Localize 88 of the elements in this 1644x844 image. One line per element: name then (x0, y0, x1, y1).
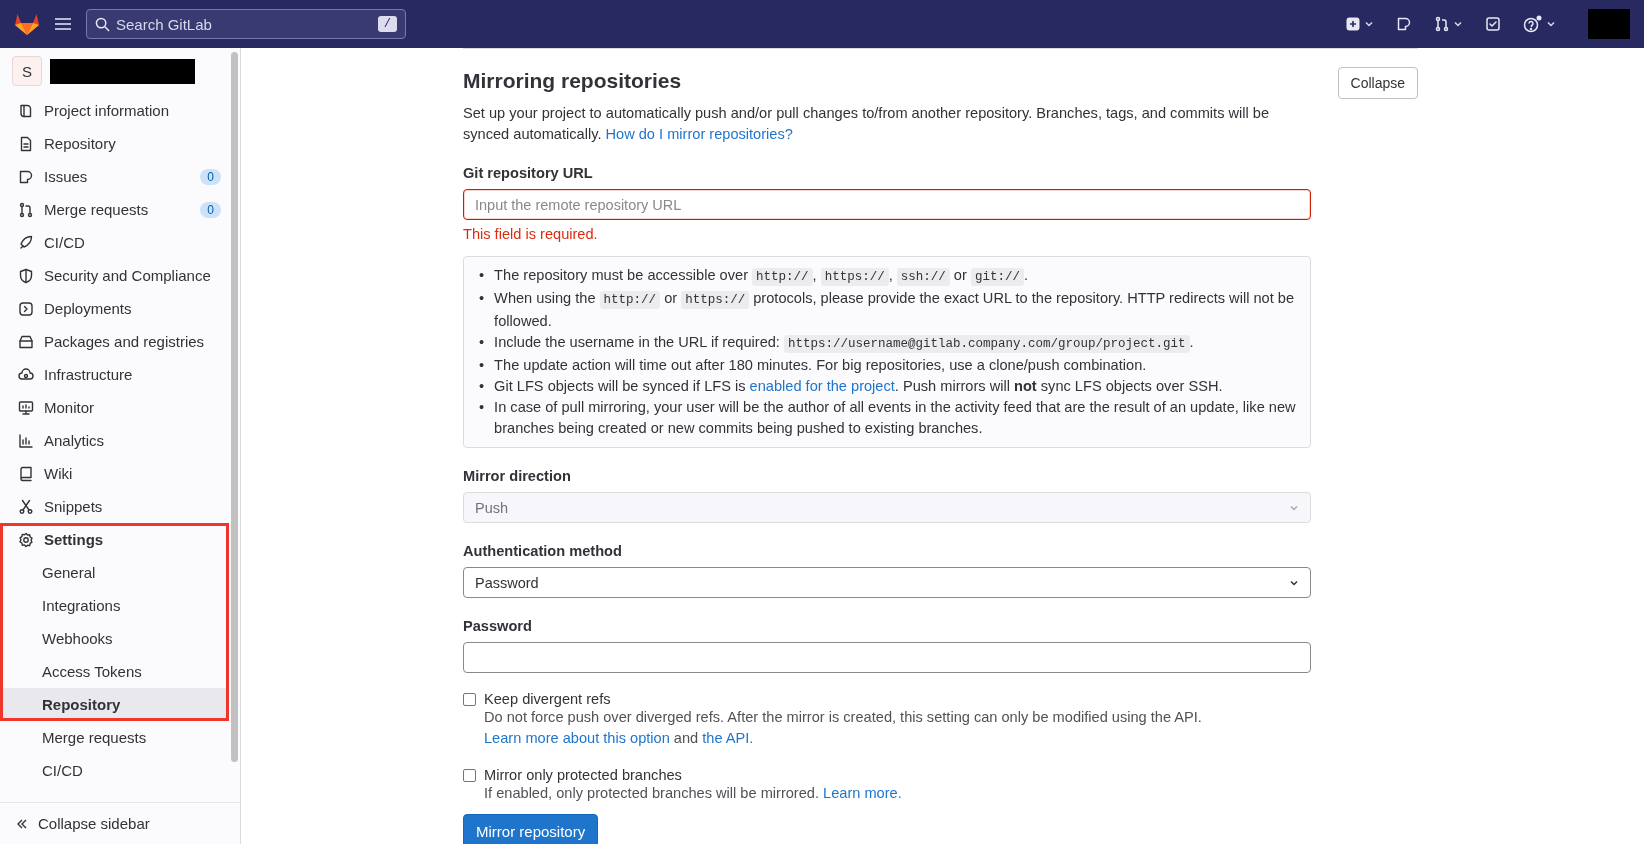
merge-request-icon (1434, 16, 1450, 32)
count-badge: 0 (200, 201, 221, 218)
help-icon (1523, 15, 1543, 33)
deploy-icon (18, 300, 34, 317)
password-input-field[interactable] (463, 642, 1311, 673)
book-icon (18, 465, 34, 482)
document-icon (18, 135, 34, 152)
merge-request-icon (18, 201, 34, 218)
sidebar-item[interactable]: Monitor (8, 391, 229, 424)
collapse-button[interactable]: Collapse (1337, 67, 1418, 99)
sidebar-item[interactable]: Access Tokens (0, 655, 229, 688)
monitor-icon (18, 399, 34, 416)
field-label: Mirror direction (463, 468, 572, 484)
caret-icon (1546, 19, 1556, 29)
auth-method-select[interactable]: Password (463, 567, 1311, 598)
sidebar-item[interactable]: General (0, 556, 229, 589)
error-message: This field is required. (463, 226, 599, 242)
help-link[interactable]: Learn more. (823, 785, 902, 801)
help-link[interactable]: enabled for the project (749, 378, 895, 394)
checkbox[interactable] (463, 768, 476, 782)
fox-logo-icon[interactable] (14, 12, 40, 36)
sidebar-item[interactable]: Infrastructure (8, 358, 229, 391)
note-text: When using the http:// or https:// protocols, please provide the exact URL to the repository. HTTP redirects will not be followed. (494, 289, 1296, 331)
shield-icon (18, 267, 34, 284)
help-text: If enabled, only protected branches will be mirrored. Learn more. (484, 784, 903, 803)
checkbox-icon (1485, 16, 1501, 32)
scrollbar[interactable] (231, 52, 238, 762)
field-label: Password (463, 618, 533, 634)
sidebar-item[interactable]: Security and Compliance (8, 259, 229, 292)
issue-icon (1396, 16, 1412, 32)
note-text: Include the username in the URL if required: https://username@gitlab.company.com/group/project.git . (494, 333, 1194, 355)
rocket-icon (18, 234, 34, 251)
help-text: Do not force push over diverged refs. After the mirror is created, this setting can only be modified using the API. Learn more about this option and the API. (484, 708, 1203, 748)
settings-icon (18, 531, 34, 548)
bullet-marker: • (479, 356, 485, 375)
url-input-field[interactable]: Input the remote repository URL (463, 189, 1311, 220)
package-icon (18, 333, 34, 350)
sidebar-item[interactable]: Analytics (8, 424, 229, 457)
bullet-marker: • (479, 289, 485, 308)
field-label: Authentication method (463, 543, 623, 559)
sidebar-item[interactable]: CI/CD (8, 754, 229, 787)
checkbox[interactable] (463, 692, 476, 706)
project-avatar[interactable]: S (12, 56, 42, 86)
caret-icon (1364, 19, 1374, 29)
sidebar-item[interactable]: Issues 0 (8, 160, 229, 193)
checkbox-label[interactable]: Mirror only protected branches (484, 767, 682, 783)
sidebar-item[interactable]: Merge requests 0 (8, 193, 229, 226)
search-icon (95, 16, 110, 32)
scissors-icon (18, 498, 34, 515)
sidebar-item[interactable]: Wiki (8, 457, 229, 490)
count-badge: 0 (200, 168, 221, 185)
section-title: Mirroring repositories (463, 69, 683, 93)
sidebar-item[interactable]: Snippets (8, 490, 229, 523)
help-link[interactable]: Learn more about this option (484, 730, 670, 746)
sidebar-item[interactable]: Repository (8, 127, 229, 160)
sidebar-item[interactable]: Settings (0, 523, 229, 556)
search-field[interactable]: Search GitLab / (86, 9, 406, 39)
mirror-repository-button[interactable]: Mirror repository (463, 814, 599, 844)
caret-icon (1453, 19, 1463, 29)
help-link[interactable]: the API. (702, 730, 754, 746)
bar-chart-icon (18, 432, 34, 449)
section-description: Set up your project to automatically push and/or pull changes to/from another repository. Branches, tags, and commits will be synced automatically. How do I mirror repositories? (463, 104, 1271, 144)
bullet-marker: • (479, 377, 485, 396)
shortcut-key: / (377, 16, 397, 32)
sidebar-item[interactable]: Webhooks (0, 622, 229, 655)
note-text: The update action will time out after 180 minutes. For big repositories, use a clone/push combination. (494, 356, 1147, 375)
sidebar-item[interactable]: Deployments (8, 292, 229, 325)
double-chevron-icon (16, 817, 28, 830)
sidebar-item[interactable]: Merge requests (8, 721, 229, 754)
sidebar-item[interactable]: Repository (0, 688, 229, 721)
field-label: Git repository URL (463, 165, 594, 181)
sidebar-item[interactable]: Packages and registries (8, 325, 229, 358)
menu-icon[interactable] (54, 17, 72, 31)
bullet-marker: • (479, 333, 485, 352)
note-text: In case of pull mirroring, your user will be the author of all events in the activity feed that are the result of an update, like new branches being created or new commits being pushed to existing branches. (494, 398, 1297, 438)
bullet-marker: • (479, 398, 485, 417)
bullet-marker: • (479, 266, 485, 285)
issue-icon (18, 168, 34, 185)
sidebar-item[interactable]: Project information (8, 94, 229, 127)
cloud-icon (18, 366, 34, 383)
help-link[interactable]: How do I mirror repositories? (605, 126, 793, 142)
note-text: Git LFS objects will be synced if LFS is enabled for the project. Push mirrors will not sync LFS objects over SSH. (494, 377, 1223, 396)
sidebar-item[interactable]: Integrations (0, 589, 229, 622)
note-text: The repository must be accessible over http:// , https:// , ssh:// or git:// . (494, 266, 1028, 288)
book-icon (18, 102, 34, 119)
checkbox-label[interactable]: Keep divergent refs (484, 691, 611, 707)
sidebar-item[interactable]: CI/CD (8, 226, 229, 259)
plus-icon (1345, 16, 1361, 32)
